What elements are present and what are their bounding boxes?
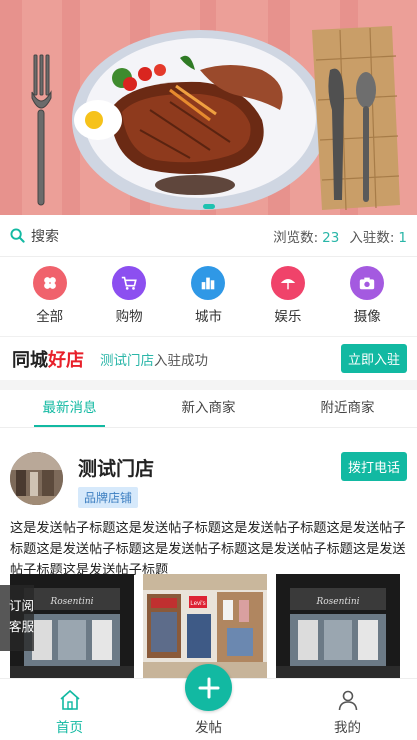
brand-store-tag: 品牌店铺 — [78, 487, 139, 508]
category-label: 摄像 — [353, 309, 381, 325]
svg-text:Levi's: Levi's — [190, 601, 205, 607]
category-all[interactable]: 全部 — [20, 258, 80, 336]
notice-brand: 同城好店 — [12, 346, 84, 372]
notice-message: 测试门店入驻成功 — [100, 349, 341, 369]
cart-icon — [112, 266, 147, 300]
carousel-dot-active[interactable] — [202, 204, 215, 209]
camera-icon — [350, 266, 385, 300]
search-stats-bar: 搜索 浏览数: 23 入驻数: 1 — [0, 215, 417, 257]
plus-icon — [198, 677, 219, 698]
post-fab-button[interactable] — [185, 664, 232, 711]
category-label: 娱乐 — [274, 309, 302, 325]
banner-carousel[interactable] — [0, 0, 417, 215]
post-card: 测试门店 品牌店铺 拨打电话 这是发送帖子标题这是发送帖子标题这是发送帖子标题这… — [0, 440, 417, 684]
members-label: 入驻数: — [349, 229, 395, 246]
notice-text: 入驻成功 — [154, 352, 208, 369]
clover-icon — [32, 266, 67, 300]
nav-post-label: 发帖 — [195, 720, 222, 736]
category-entertainment[interactable]: 娱乐 — [258, 258, 318, 336]
nav-mine[interactable]: 我的 — [278, 679, 417, 740]
category-shopping[interactable]: 购物 — [99, 258, 159, 336]
avatar[interactable] — [10, 452, 63, 505]
banner-image — [0, 0, 417, 215]
content-tabs: 最新消息 新入商家 附近商家 — [0, 390, 417, 428]
svg-text:Rosentini: Rosentini — [315, 597, 359, 607]
home-icon — [59, 689, 80, 710]
category-label: 城市 — [194, 309, 222, 325]
members-stat: 入驻数: 1 — [349, 226, 407, 246]
join-now-button[interactable]: 立即入驻 — [340, 344, 407, 373]
category-label: 购物 — [115, 309, 143, 325]
search-label: 搜索 — [31, 228, 59, 245]
post-photo[interactable]: Rosentini — [276, 574, 400, 684]
call-button[interactable]: 拨打电话 — [340, 452, 407, 481]
search-entry[interactable]: 搜索 — [10, 226, 273, 246]
category-city[interactable]: 城市 — [178, 258, 238, 336]
join-notice-bar: 同城好店 测试门店入驻成功 立即入驻 — [0, 336, 417, 380]
category-label: 全部 — [36, 309, 64, 325]
user-icon — [338, 690, 357, 711]
post-header: 测试门店 品牌店铺 拨打电话 — [0, 440, 417, 508]
views-label: 浏览数: — [273, 229, 319, 246]
nav-mine-label: 我的 — [334, 720, 361, 736]
category-camera[interactable]: 摄像 — [337, 258, 397, 336]
category-grid: 全部 购物 城市 娱乐 摄像 — [0, 258, 417, 336]
views-stat: 浏览数: 23 — [273, 226, 339, 246]
brand-black: 同城 — [12, 349, 48, 371]
store-name[interactable]: 测试门店 — [78, 454, 154, 481]
subscribe-service-float[interactable]: 订阅 客服 — [0, 585, 34, 651]
umbrella-icon — [270, 266, 305, 300]
members-count: 1 — [398, 229, 407, 246]
tab-latest[interactable]: 最新消息 — [0, 390, 139, 427]
nav-home-label: 首页 — [56, 720, 83, 736]
post-text[interactable]: 这是发送帖子标题这是发送帖子标题这是发送帖子标题这是发送帖子标题这是发送帖子标题… — [0, 510, 417, 582]
svg-text:Rosentini: Rosentini — [49, 597, 93, 607]
side-line-service[interactable]: 客服 — [9, 616, 34, 637]
nav-home[interactable]: 首页 — [0, 679, 139, 740]
section-divider — [0, 380, 417, 390]
side-line-subscribe[interactable]: 订阅 — [9, 595, 34, 616]
tab-nearby-merchants[interactable]: 附近商家 — [278, 390, 417, 427]
carousel-dots — [0, 204, 417, 209]
tab-new-merchants[interactable]: 新入商家 — [139, 390, 278, 427]
stats-summary: 浏览数: 23 入驻数: 1 — [273, 226, 407, 246]
city-icon — [191, 266, 226, 300]
notice-store[interactable]: 测试门店 — [100, 353, 154, 369]
brand-red: 好店 — [48, 349, 84, 371]
views-count: 23 — [322, 229, 340, 246]
search-icon — [10, 228, 25, 243]
